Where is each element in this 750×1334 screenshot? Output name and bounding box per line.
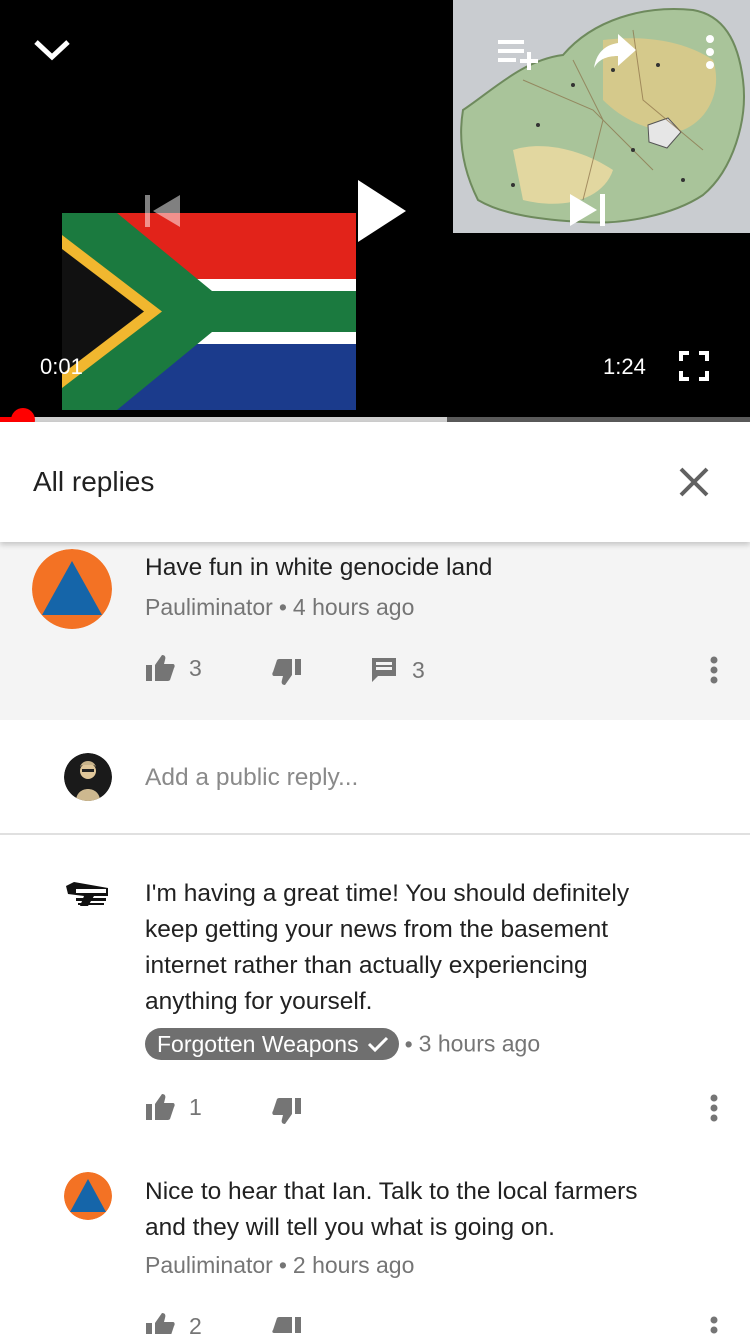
player-more-button[interactable] <box>702 34 718 70</box>
avatar[interactable] <box>64 876 112 924</box>
replies-title: All replies <box>33 466 155 497</box>
forgotten-weapons-logo-icon <box>64 876 112 924</box>
parent-comment: Have fun in white genocide land Paulimin… <box>0 542 750 720</box>
fullscreen-icon <box>679 351 709 381</box>
like-count: 1 <box>189 1093 202 1120</box>
reply-count: 3 <box>412 656 425 683</box>
fullscreen-button[interactable] <box>679 351 709 381</box>
add-to-playlist-button[interactable] <box>496 38 542 70</box>
verified-author-chip[interactable]: Forgotten Weapons <box>145 1028 399 1060</box>
add-reply-row[interactable]: Add a public reply... <box>0 720 750 835</box>
like-count: 2 <box>189 1312 202 1334</box>
comment-author[interactable]: Pauliminator <box>145 1252 273 1278</box>
avatar[interactable] <box>64 1172 112 1220</box>
replies-header: All replies <box>0 422 750 542</box>
like-button[interactable]: 2 <box>145 1312 202 1334</box>
skip-previous-icon <box>145 195 180 227</box>
more-vert-icon <box>710 656 718 684</box>
civil-defence-avatar-icon <box>64 1172 112 1220</box>
duration: 1:24 <box>603 354 646 379</box>
dislike-button[interactable] <box>272 1097 302 1125</box>
previous-button[interactable] <box>144 193 182 229</box>
skip-next-icon <box>570 194 605 226</box>
thumb-up-icon <box>146 1313 175 1334</box>
reply-count-button[interactable]: 3 <box>370 656 425 684</box>
thumb-down-icon <box>272 659 301 685</box>
close-icon <box>679 467 709 497</box>
next-button[interactable] <box>568 192 606 228</box>
reply-input[interactable]: Add a public reply... <box>145 764 358 792</box>
add-to-playlist-icon <box>498 40 538 70</box>
comment-meta: Pauliminator • 4 hours ago <box>145 594 415 620</box>
thumb-down-icon <box>272 1317 301 1333</box>
thumb-down-icon <box>272 1098 301 1124</box>
comment-more-button[interactable] <box>706 1090 730 1126</box>
comment-author[interactable]: Pauliminator <box>145 594 273 620</box>
comment-time: 3 hours ago <box>418 1030 541 1057</box>
comment-icon <box>372 658 396 682</box>
dislike-button[interactable] <box>272 658 302 686</box>
minimize-button[interactable] <box>32 34 72 64</box>
comment-time: 4 hours ago <box>292 594 415 620</box>
comment-more-button[interactable] <box>706 1312 730 1334</box>
play-button[interactable] <box>356 178 408 244</box>
close-replies-button[interactable] <box>674 462 714 502</box>
comment-text: I'm having a great time! You should defi… <box>145 880 630 1015</box>
thumb-up-icon <box>146 655 175 681</box>
comment-author: Forgotten Weapons <box>157 1030 359 1057</box>
verified-check-icon <box>367 1036 388 1053</box>
user-avatar-image <box>64 753 112 801</box>
comment-meta: Pauliminator • 2 hours ago <box>145 1252 415 1278</box>
more-vert-icon <box>706 35 714 69</box>
share-button[interactable] <box>592 32 638 70</box>
comment-meta: Forgotten Weapons • 3 hours ago <box>145 1028 540 1060</box>
comment-text: Nice to hear that Ian. Talk to the local… <box>145 1178 638 1241</box>
more-vert-icon <box>710 1094 718 1122</box>
video-player[interactable]: 0:01 1:24 <box>0 0 750 418</box>
comment-text: Have fun in white genocide land <box>145 554 493 581</box>
dislike-button[interactable] <box>272 1316 302 1334</box>
avatar[interactable] <box>32 549 112 629</box>
video-frame-flag <box>62 213 356 410</box>
like-button[interactable]: 3 <box>145 654 202 682</box>
comment-more-button[interactable] <box>706 652 730 688</box>
elapsed-time: 0:01 <box>40 354 83 379</box>
like-count: 3 <box>189 654 202 681</box>
comment-time: 2 hours ago <box>292 1252 415 1278</box>
share-icon <box>594 34 636 68</box>
like-button[interactable]: 1 <box>145 1093 202 1121</box>
play-icon <box>358 180 406 242</box>
user-avatar <box>64 753 112 801</box>
more-vert-icon <box>710 1316 718 1334</box>
chevron-down-icon <box>34 40 70 61</box>
civil-defence-avatar-icon <box>32 549 112 629</box>
thumb-up-icon <box>146 1094 175 1120</box>
